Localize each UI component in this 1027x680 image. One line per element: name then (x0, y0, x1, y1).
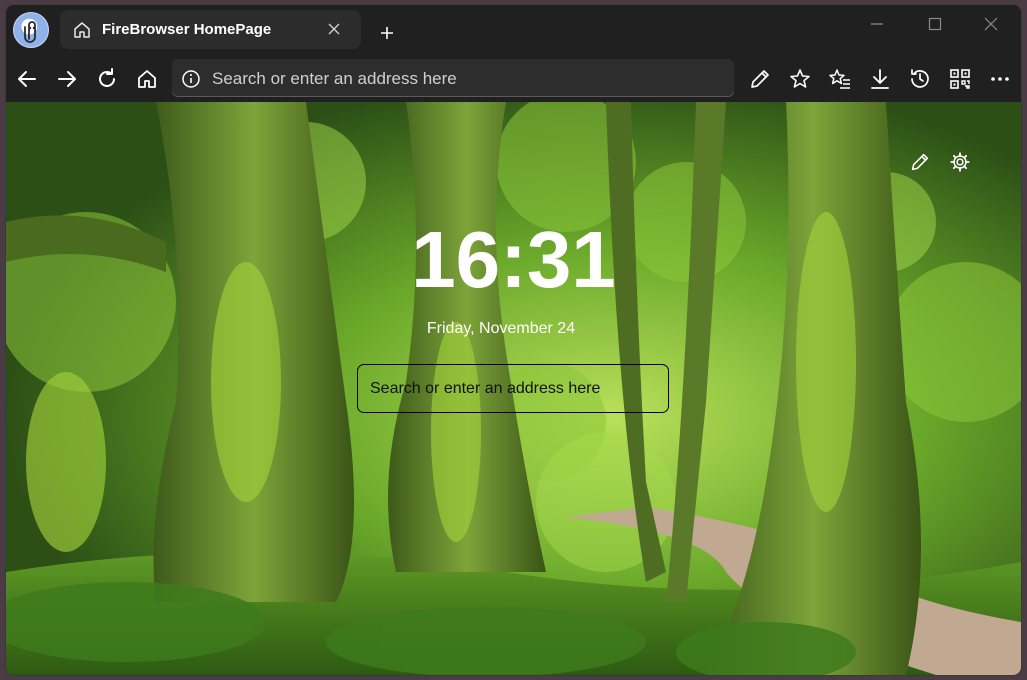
maximize-icon[interactable] (928, 17, 942, 31)
pen-icon[interactable] (748, 67, 772, 91)
edit-homepage-icon[interactable] (909, 151, 931, 173)
navigation-toolbar: Search or enter an address here (6, 57, 1021, 102)
back-icon[interactable] (15, 67, 39, 91)
paperclip-icon (24, 21, 36, 43)
refresh-icon[interactable] (95, 67, 119, 91)
download-icon[interactable] (868, 67, 892, 91)
history-icon[interactable] (908, 67, 932, 91)
home-icon (74, 22, 90, 38)
info-icon[interactable] (181, 69, 201, 89)
clock-time: 16:31 (411, 215, 616, 304)
close-tab-icon[interactable] (326, 21, 342, 37)
address-bar[interactable]: Search or enter an address here (172, 59, 734, 97)
app-avatar[interactable] (13, 12, 49, 48)
homepage-search-input[interactable]: Search or enter an address here (370, 380, 600, 398)
star-icon[interactable] (788, 67, 812, 91)
tab-strip: FireBrowser HomePage (6, 5, 1021, 57)
close-window-icon[interactable] (984, 17, 998, 31)
clock-date: Friday, November 24 (426, 320, 576, 337)
more-icon[interactable] (988, 67, 1012, 91)
settings-gear-icon[interactable] (949, 151, 971, 173)
favorites-list-icon[interactable] (828, 67, 852, 91)
qr-code-icon[interactable] (948, 67, 972, 91)
homepage-search-box[interactable]: Search or enter an address here (357, 364, 669, 413)
new-tab-icon[interactable] (379, 25, 395, 41)
home-icon[interactable] (135, 67, 159, 91)
tab-homepage[interactable]: FireBrowser HomePage (60, 10, 361, 49)
forward-icon[interactable] (55, 67, 79, 91)
browser-window: FireBrowser HomePage Search or enter an … (6, 5, 1021, 675)
minimize-icon[interactable] (870, 17, 884, 31)
tab-title: FireBrowser HomePage (102, 21, 272, 38)
homepage-content: 16:31 Friday, November 24 Search or ente… (6, 102, 1021, 675)
address-input[interactable]: Search or enter an address here (212, 69, 457, 89)
